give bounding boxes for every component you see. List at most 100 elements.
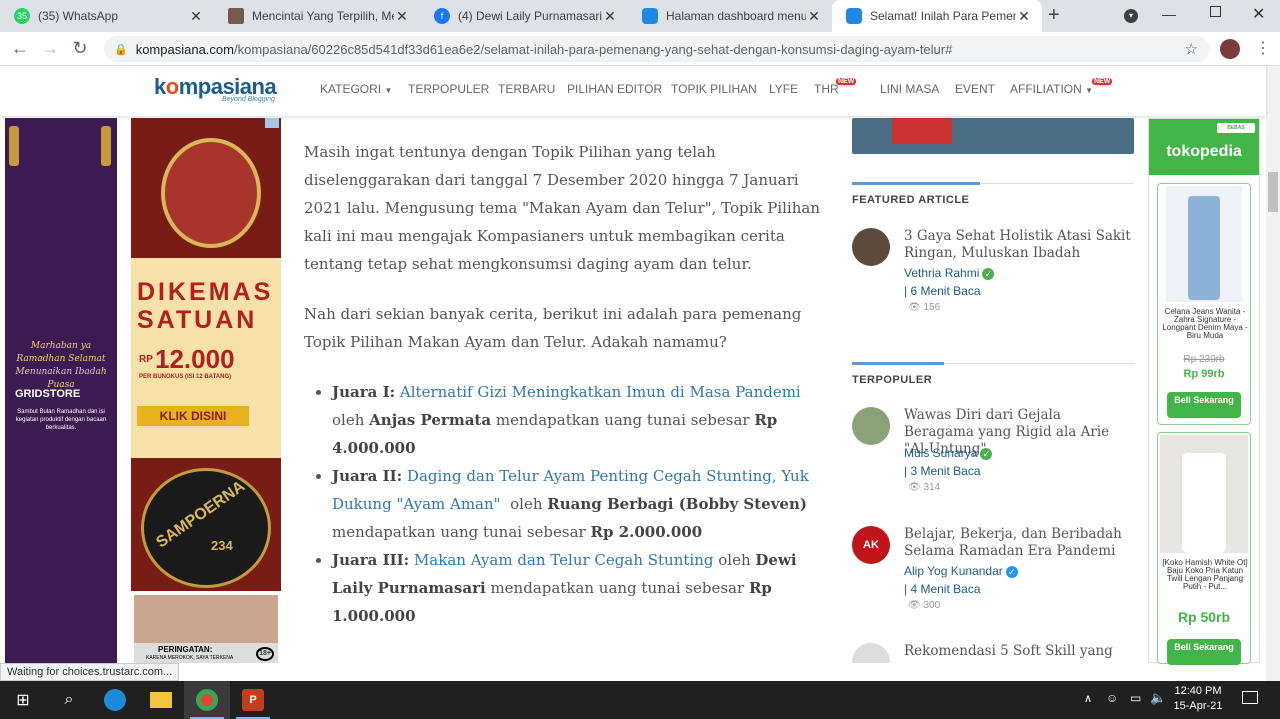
- chrome-icon[interactable]: [184, 681, 230, 719]
- winner-by: oleh: [510, 495, 543, 513]
- tray-chevron-icon[interactable]: ∧: [1084, 692, 1092, 705]
- caret-down-icon: ▼: [1085, 86, 1094, 95]
- close-tab-icon[interactable]: ✕: [188, 8, 204, 25]
- tab-selamat[interactable]: Selamat! Inilah Para Pemena ✕: [832, 0, 1042, 32]
- winner-mid: mendapatkan uang tunai sebesar: [490, 579, 745, 597]
- verified-icon: ✓: [982, 268, 995, 280]
- winner-article-link[interactable]: Alternatif Gizi Meningkatkan Imun di Mas…: [400, 383, 801, 401]
- winner-by: oleh: [718, 551, 751, 569]
- tab-title: (4) Dewi Laily Purnamasari | F: [458, 9, 602, 23]
- winner-name: Anjas Permata: [369, 411, 492, 429]
- ramadhan-greeting: Marhaban ya Ramadhan Selamat Menunaikan …: [15, 341, 107, 390]
- popular-item[interactable]: AK Belajar, Bekerja, dan Beribadah Selam…: [852, 526, 1134, 616]
- minimize-icon[interactable]: —: [1162, 6, 1176, 22]
- facebook-icon: f: [434, 8, 450, 24]
- views-count: 300: [923, 600, 941, 611]
- scrollbar-thumb[interactable]: [1268, 172, 1278, 212]
- new-tab-icon[interactable]: +: [1048, 4, 1060, 27]
- chrome-glyph: [196, 689, 218, 711]
- popular-item[interactable]: Rekomendasi 5 Soft Skill yang: [852, 643, 1134, 663]
- author-name[interactable]: Alip Yog Kunandar ✓: [904, 564, 1018, 578]
- gridstore-body: Sambut Bulan Ramadhan dan isi kegiatan p…: [15, 409, 107, 431]
- browser-menu-icon[interactable]: ⋮: [1255, 38, 1271, 58]
- windows-start-icon[interactable]: ⊞: [0, 681, 46, 719]
- tab-facebook[interactable]: f (4) Dewi Laily Purnamasari | F ✕: [420, 0, 628, 32]
- featured-item[interactable]: 3 Gaya Sehat Holistik Atasi Sakit Ringan…: [852, 228, 1134, 318]
- profile-avatar[interactable]: [1220, 39, 1240, 59]
- kompasiana-favicon-icon: [846, 8, 862, 24]
- adchoices-icon[interactable]: [265, 118, 279, 128]
- people-icon[interactable]: ☺: [1106, 691, 1118, 705]
- product-name: [Koko Hamish White Ot] Baju Koko Pria Ka…: [1162, 558, 1248, 591]
- popular-item[interactable]: Wawas Diri dari Gejala Beragama yang Rig…: [852, 407, 1134, 497]
- search-icon[interactable]: ⌕: [46, 681, 92, 719]
- close-tab-icon[interactable]: ✕: [602, 8, 618, 25]
- menu-pilihan-editor[interactable]: PILIHAN EDITOR: [567, 82, 662, 96]
- winner-rank: Juara II:: [332, 467, 403, 485]
- forward-icon[interactable]: →: [39, 38, 61, 59]
- close-window-icon[interactable]: ✕: [1252, 4, 1265, 24]
- gridstore-ad[interactable]: Marhaban ya Ramadhan Selamat Menunaikan …: [5, 118, 117, 663]
- back-icon[interactable]: ←: [9, 38, 31, 59]
- menu-kategori[interactable]: KATEGORI ▼: [320, 82, 392, 96]
- notification-icon[interactable]: [1242, 691, 1258, 704]
- menu-terpopuler[interactable]: TERPOPULER: [408, 82, 489, 96]
- menu-label: KATEGORI: [320, 82, 382, 96]
- views: 👁 314: [908, 482, 940, 493]
- menu-topik-pilihan[interactable]: TOPIK PILIHAN: [671, 82, 757, 96]
- network-icon[interactable]: ▭: [1130, 691, 1141, 705]
- koko-shirt-image: [1182, 453, 1226, 553]
- powerpoint-icon[interactable]: P: [230, 681, 276, 719]
- popular-title[interactable]: Belajar, Bekerja, dan Beribadah Selama R…: [904, 526, 1134, 560]
- menu-affiliation[interactable]: AFFILIATION ▼ NEW: [1010, 78, 1113, 96]
- author-name[interactable]: Vethria Rahmi ✓: [904, 266, 995, 280]
- volume-icon[interactable]: 🔈: [1150, 690, 1166, 706]
- product-card[interactable]: [Koko Hamish White Ot] Baju Koko Pria Ka…: [1157, 432, 1251, 665]
- vertical-scrollbar[interactable]: [1266, 66, 1280, 681]
- winner-name: Ruang Berbagi (Bobby Steven): [547, 495, 807, 513]
- bookmark-star-icon[interactable]: ☆: [1185, 40, 1198, 58]
- tab-title: (35) WhatsApp: [38, 9, 119, 23]
- sampoerna-ad[interactable]: DIKEMAS SATUAN RP 12.000 PER BUNGKUS (IS…: [131, 118, 281, 591]
- url-path: /kompasiana/60226c85d541df33d61ea6e2/sel…: [233, 41, 953, 57]
- tab-search-icon[interactable]: ▾: [1124, 9, 1138, 23]
- popular-title[interactable]: Rekomendasi 5 Soft Skill yang: [904, 643, 1134, 660]
- buy-now-button[interactable]: Beli Sekarang: [1167, 639, 1241, 665]
- buy-now-button[interactable]: Beli Sekarang: [1167, 392, 1241, 418]
- verified-icon: ✓: [980, 448, 993, 460]
- winner-article-link[interactable]: Makan Ayam dan Telur Cegah Stunting: [414, 551, 714, 569]
- tab-whatsapp[interactable]: 35 (35) WhatsApp ✕: [0, 0, 214, 32]
- edge-icon[interactable]: [92, 681, 138, 719]
- author-name[interactable]: Muis Sunarya ✓: [904, 446, 993, 460]
- author-label: Vethria Rahmi: [904, 266, 980, 280]
- menu-lini-masa[interactable]: LINI MASA: [880, 82, 939, 96]
- tab-strip: 35 (35) WhatsApp ✕ Mencintai Yang Terpil…: [0, 0, 1280, 32]
- featured-title[interactable]: 3 Gaya Sehat Holistik Atasi Sakit Ringan…: [904, 228, 1134, 262]
- url-domain: kompasiana.com: [135, 41, 234, 57]
- lantern-icon: [101, 126, 111, 166]
- close-tab-icon[interactable]: ✕: [806, 8, 822, 25]
- menu-event[interactable]: EVENT: [955, 82, 995, 96]
- url-field[interactable]: 🔒 kompasiana.com/kompasiana/60226c85d541…: [104, 36, 1210, 62]
- tab-dashboard[interactable]: Halaman dashboard menulis ✕: [628, 0, 832, 32]
- address-bar-row: ← → ↻ 🔒 kompasiana.com/kompasiana/60226c…: [0, 32, 1280, 66]
- sidebar-banner-image[interactable]: [852, 118, 1134, 154]
- winner-mid: mendapatkan uang tunai sebesar: [495, 411, 750, 429]
- tokopedia-ad[interactable]: tokopedia BEBAS ONGKIR Celana Jeans Wani…: [1148, 118, 1260, 665]
- tab-mencintai[interactable]: Mencintai Yang Terpilih, Menc ✕: [214, 0, 420, 32]
- file-explorer-icon[interactable]: [138, 681, 184, 719]
- klik-disini-button[interactable]: KLIK DISINI: [137, 406, 249, 426]
- reload-icon[interactable]: ↻: [69, 38, 91, 59]
- product-card[interactable]: Celana Jeans Wanita - Zahra Signature - …: [1157, 183, 1251, 425]
- logo-k: k: [154, 74, 166, 99]
- system-clock[interactable]: 12:40 PM 15-Apr-21: [1168, 684, 1228, 714]
- section-underline: [852, 362, 944, 365]
- close-tab-icon[interactable]: ✕: [1016, 8, 1032, 25]
- menu-thr[interactable]: THR NEW: [814, 78, 857, 96]
- featured-heading: FEATURED ARTICLE: [852, 194, 970, 206]
- close-tab-icon[interactable]: ✕: [394, 8, 410, 25]
- menu-lyfe[interactable]: LYFE: [769, 82, 798, 96]
- author-avatar: [852, 643, 890, 663]
- restore-icon[interactable]: [1210, 6, 1221, 17]
- menu-terbaru[interactable]: TERBARU: [498, 82, 555, 96]
